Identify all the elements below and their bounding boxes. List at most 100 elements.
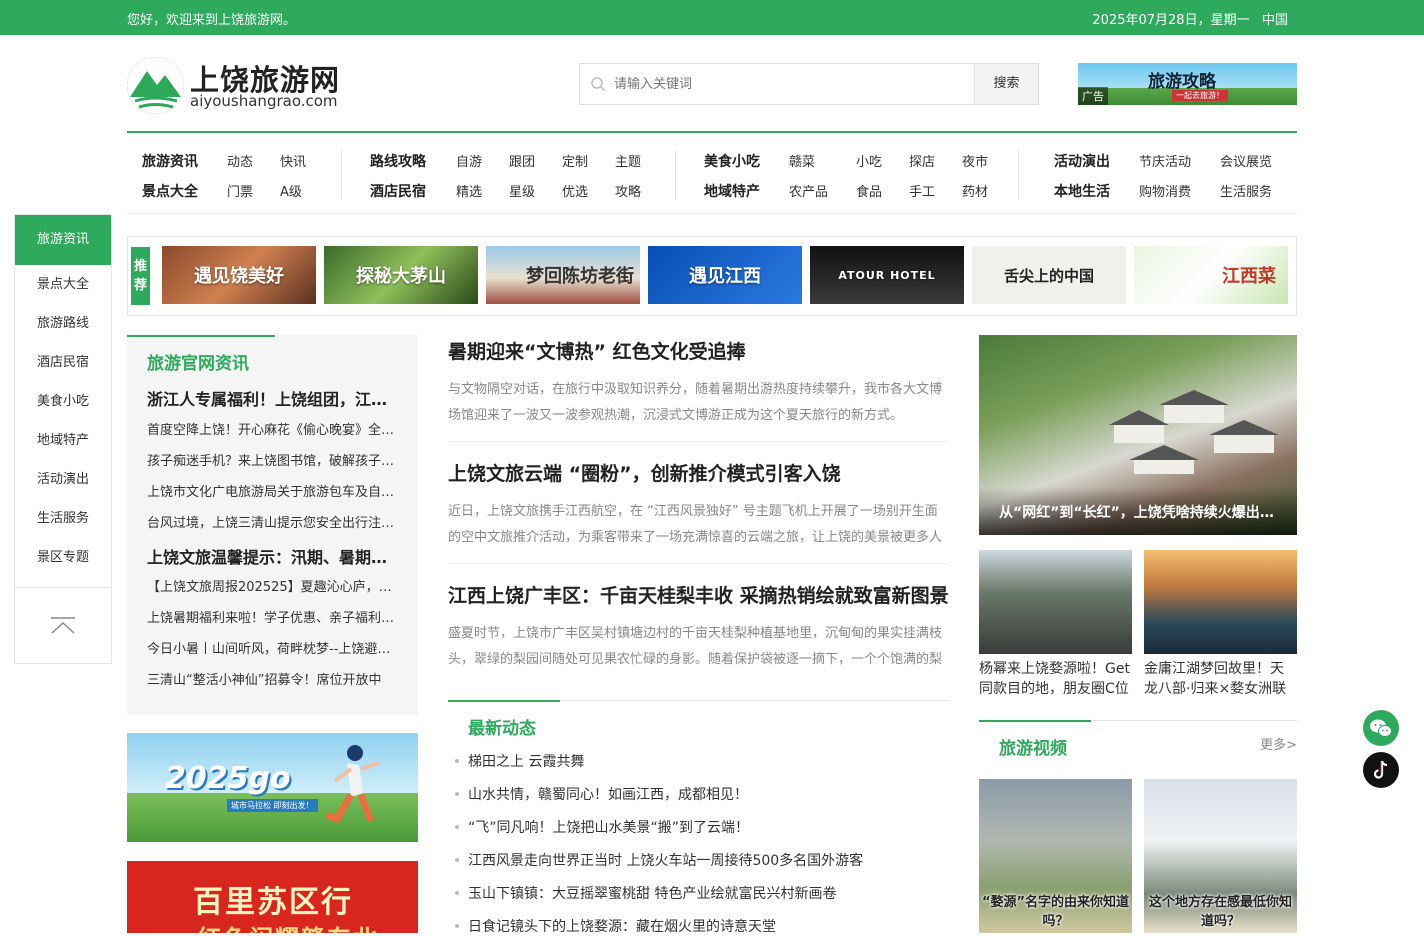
- sidebar-item-news[interactable]: 旅游资讯: [15, 215, 111, 265]
- news-item[interactable]: 孩子痴迷手机？来上饶图书馆，破解孩子暑期难题: [147, 450, 399, 469]
- sidebar-item-routes[interactable]: 旅游路线: [15, 304, 111, 343]
- nav-a-level[interactable]: A级: [280, 181, 302, 200]
- article-card[interactable]: 江西上饶广丰区：千亩天桂梨丰收 采摘热销绘就致富新图景 盛夏时节，上饶市广丰区吴…: [448, 581, 949, 673]
- section-title: 旅游官网资讯: [147, 354, 249, 374]
- small-image-caption[interactable]: 杨幂来上饶婺源啦！Get同款目的地，朋友圈C位出道: [979, 659, 1132, 699]
- small-image-caption[interactable]: 金庸江湖梦回故里！天龙八部·归来×婺女洲联动开启: [1144, 659, 1297, 699]
- video-thumbnail[interactable]: “婺源”名字的由来你知道吗？: [979, 779, 1132, 933]
- ad-text: 旅游攻略: [1148, 72, 1216, 92]
- nav-routes[interactable]: 路线攻略: [370, 151, 426, 171]
- marathon-banner[interactable]: 2025go 城市马拉松 即刻出发！: [127, 733, 418, 842]
- nav-snacks[interactable]: 小吃: [856, 151, 882, 170]
- tiktok-button[interactable]: [1363, 752, 1399, 788]
- small-image-card[interactable]: [1144, 550, 1297, 654]
- nav-specialty[interactable]: 地域特产: [704, 181, 760, 201]
- news-headline[interactable]: 上饶文旅温馨提示：汛期、暑期出行安全: [147, 544, 402, 568]
- recommend-item[interactable]: 梦回陈坊老街: [486, 246, 640, 304]
- sidebar-item-food[interactable]: 美食小吃: [15, 382, 111, 421]
- feature-caption: 从“网红”到“长红”，上饶凭啥持续火爆出圈？: [979, 487, 1297, 535]
- nav-flash[interactable]: 快讯: [280, 151, 306, 170]
- official-news-box: 旅游官网资讯 浙江人专属福利！上饶组团，江西旅游奖励 首度空降上饶！开心麻花《偷…: [127, 335, 418, 715]
- sidebar-item-scenic[interactable]: 景点大全: [15, 265, 111, 304]
- news-item[interactable]: 三清山“整活小神仙”招募令！席位开放中: [147, 669, 399, 688]
- nav-self-tour[interactable]: 自游: [456, 151, 482, 170]
- recommend-item[interactable]: ATOUR HOTEL: [810, 246, 964, 304]
- sidebar-item-specialty[interactable]: 地域特产: [15, 421, 111, 460]
- news-item[interactable]: 上饶暑期福利来啦！学子优惠、亲子福利上线: [147, 607, 399, 626]
- news-item[interactable]: 【上饶文旅周报202525】夏趣沁心庐，清凉一夏: [147, 576, 399, 595]
- date-region: 2025年07月28日，星期一 中国: [1092, 9, 1288, 28]
- sidebar-item-hotels[interactable]: 酒店民宿: [15, 343, 111, 382]
- latest-item[interactable]: “飞”同凡响！上饶把山水美景“搬”到了云端！: [468, 817, 948, 837]
- wechat-icon: [1370, 719, 1392, 737]
- nav-selected[interactable]: 精选: [456, 181, 482, 200]
- feature-image-card[interactable]: 从“网红”到“长红”，上饶凭啥持续火爆出圈？: [979, 335, 1297, 535]
- news-item[interactable]: 首度空降上饶！开心麻花《偷心晚宴》全国巡演: [147, 419, 399, 438]
- latest-item[interactable]: 江西风景走向世界正当时 上饶火车站一周接待500多名国外游客: [468, 850, 948, 870]
- sidebar-item-events[interactable]: 活动演出: [15, 460, 111, 499]
- news-headline[interactable]: 浙江人专属福利！上饶组团，江西旅游奖励: [147, 386, 402, 410]
- search-button[interactable]: 搜索: [974, 64, 1038, 104]
- nav-explore-shop[interactable]: 探店: [909, 151, 935, 170]
- sidebar-item-topics[interactable]: 景区专题: [15, 538, 111, 577]
- recommend-item[interactable]: 遇见江西: [648, 246, 802, 304]
- nav-tickets[interactable]: 门票: [227, 181, 253, 200]
- header-ad-banner[interactable]: 旅游攻略 一起去旅游！ 广告: [1078, 63, 1297, 105]
- search-box: 搜索: [579, 63, 1039, 105]
- nav-events[interactable]: 活动演出: [1054, 151, 1110, 171]
- article-title[interactable]: 上饶文旅云端 “圈粉”，创新推介模式引客入饶: [448, 459, 949, 486]
- nav-local-life[interactable]: 本地生活: [1054, 181, 1110, 201]
- latest-item[interactable]: 日食记镜头下的上饶婺源：藏在烟火里的诗意天堂: [468, 916, 948, 936]
- video-title: 这个地方存在感最低你知道吗？: [1148, 895, 1292, 929]
- sidebar-item-services[interactable]: 生活服务: [15, 499, 111, 538]
- nav-foodstuff[interactable]: 食品: [856, 181, 882, 200]
- tiktok-icon: [1373, 760, 1388, 779]
- red-tour-banner[interactable]: 百里苏区行 红色闪耀赣东北: [127, 861, 418, 933]
- site-logo[interactable]: 上饶旅游网 aiyoushangrao.com: [127, 55, 357, 117]
- nav-handicraft[interactable]: 手工: [909, 181, 935, 200]
- recommend-item[interactable]: 江西菜: [1134, 246, 1288, 304]
- latest-item[interactable]: 山水共情，赣蜀同心！如画江西，成都相见！: [468, 784, 948, 804]
- news-item[interactable]: 今日小暑丨山间听风，荷畔枕梦--上饶避暑指南: [147, 638, 399, 657]
- recommend-item[interactable]: 舌尖上的中国: [972, 246, 1126, 304]
- article-title[interactable]: 暑期迎来“文博热” 红色文化受追捧: [448, 337, 949, 364]
- article-card[interactable]: 上饶文旅云端 “圈粉”，创新推介模式引客入饶 近日，上饶文旅携手江西航空，在 “…: [448, 459, 949, 551]
- nav-life-services[interactable]: 生活服务: [1220, 181, 1272, 200]
- latest-item[interactable]: 玉山下镇镇：大豆摇翠蜜桃甜 特色产业绘就富民兴村新画卷: [468, 883, 948, 903]
- nav-group-tour[interactable]: 跟团: [509, 151, 535, 170]
- article-card[interactable]: 暑期迎来“文博热” 红色文化受追捧 与文物隔空对话，在旅行中汲取知识养分，随着暑…: [448, 337, 949, 429]
- nav-preferred[interactable]: 优选: [562, 181, 588, 200]
- back-to-top-button[interactable]: [15, 587, 111, 663]
- search-input[interactable]: [614, 73, 964, 95]
- recommend-item[interactable]: 遇见饶美好: [162, 246, 316, 304]
- section-title: 最新动态: [468, 719, 536, 739]
- latest-item[interactable]: 梯田之上 云霞共舞: [468, 751, 948, 771]
- recommend-item[interactable]: 探秘大茅山: [324, 246, 478, 304]
- article-title[interactable]: 江西上饶广丰区：千亩天桂梨丰收 采摘热销绘就致富新图景: [448, 581, 949, 608]
- nav-exhibitions[interactable]: 会议展览: [1220, 151, 1272, 170]
- nav-guide[interactable]: 攻略: [615, 181, 641, 200]
- nav-farm-products[interactable]: 农产品: [789, 181, 828, 200]
- nav-shopping[interactable]: 购物消费: [1139, 181, 1191, 200]
- nav-scenic[interactable]: 景点大全: [142, 181, 198, 201]
- nav-dynamics[interactable]: 动态: [227, 151, 253, 170]
- nav-custom[interactable]: 定制: [562, 151, 588, 170]
- nav-festivals[interactable]: 节庆活动: [1139, 151, 1191, 170]
- wechat-button[interactable]: [1363, 710, 1399, 746]
- nav-gan-cuisine[interactable]: 赣菜: [789, 151, 815, 170]
- nav-herbs[interactable]: 药材: [962, 181, 988, 200]
- news-item[interactable]: 台风过境，上饶三清山提示您安全出行注意事项: [147, 512, 399, 531]
- nav-hotels[interactable]: 酒店民宿: [370, 181, 426, 201]
- nav-theme[interactable]: 主题: [615, 151, 641, 170]
- nav-night-market[interactable]: 夜市: [962, 151, 988, 170]
- nav-food[interactable]: 美食小吃: [704, 151, 760, 171]
- small-image-card[interactable]: [979, 550, 1132, 654]
- news-item[interactable]: 上饶市文化广电旅游局关于旅游包车及自驾出行的提示: [147, 481, 399, 500]
- nav-news[interactable]: 旅游资讯: [142, 151, 198, 171]
- video-thumbnail[interactable]: 这个地方存在感最低你知道吗？: [1144, 779, 1297, 933]
- region-link[interactable]: 中国: [1262, 13, 1288, 28]
- recommend-strip: 推荐 遇见饶美好 探秘大茅山 梦回陈坊老街 遇见江西 ATOUR HOTEL 舌…: [127, 236, 1297, 316]
- more-link[interactable]: 更多>: [1260, 734, 1297, 753]
- nav-star[interactable]: 星级: [509, 181, 535, 200]
- banner-title: 百里苏区行: [193, 885, 353, 920]
